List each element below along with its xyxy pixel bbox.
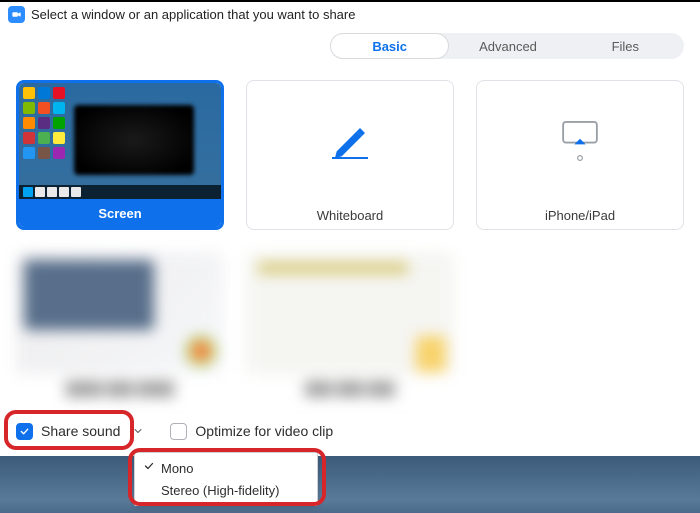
share-sound-dropdown-button[interactable] xyxy=(128,418,148,444)
airplay-icon-preview xyxy=(477,81,683,201)
window-top-border xyxy=(0,0,700,2)
checkmark-icon xyxy=(19,426,30,437)
share-option-label: Whiteboard xyxy=(247,201,453,229)
share-target-grid: Screen Whiteboard iPhone/iPad xyxy=(16,80,684,402)
share-option-iphone-ipad[interactable]: iPhone/iPad xyxy=(476,80,684,230)
share-sound-label: Share sound xyxy=(41,423,120,439)
share-sound-menu: Mono Stereo (High-fidelity) xyxy=(134,452,318,506)
share-mode-tabs: Basic Advanced Files xyxy=(330,33,684,59)
share-option-label: Screen xyxy=(19,199,221,227)
sound-option-stereo[interactable]: Stereo (High-fidelity) xyxy=(135,479,317,501)
optimize-video-checkbox[interactable] xyxy=(170,423,187,440)
menu-item-label: Stereo (High-fidelity) xyxy=(161,483,280,498)
share-option-whiteboard[interactable]: Whiteboard xyxy=(246,80,454,230)
titlebar: Select a window or an application that y… xyxy=(2,3,361,26)
share-option-label: iPhone/iPad xyxy=(477,201,683,229)
optimize-video-control: Optimize for video clip xyxy=(170,423,333,440)
menu-item-label: Mono xyxy=(161,461,194,476)
circle-icon xyxy=(576,154,584,162)
share-option-window-blurred: ████ ███ ████ xyxy=(16,252,224,402)
share-option-screen[interactable]: Screen xyxy=(16,80,224,230)
sound-option-mono[interactable]: Mono xyxy=(135,457,317,479)
whiteboard-icon-preview xyxy=(247,81,453,201)
tab-basic[interactable]: Basic xyxy=(330,33,449,59)
airplay-icon xyxy=(561,120,599,150)
zoom-app-icon xyxy=(8,6,25,23)
share-options-row: Share sound Optimize for video clip xyxy=(10,416,333,446)
tab-files[interactable]: Files xyxy=(567,33,684,59)
checkmark-icon xyxy=(143,460,155,475)
screen-thumbnail xyxy=(19,83,221,199)
share-sound-control: Share sound xyxy=(10,416,150,446)
tab-advanced[interactable]: Advanced xyxy=(449,33,566,59)
share-sound-checkbox[interactable] xyxy=(16,423,33,440)
dialog-title: Select a window or an application that y… xyxy=(31,7,355,22)
share-option-window-blurred: ███ ███ ███ xyxy=(246,252,454,402)
optimize-video-label: Optimize for video clip xyxy=(195,423,333,439)
chevron-down-icon xyxy=(132,425,144,437)
